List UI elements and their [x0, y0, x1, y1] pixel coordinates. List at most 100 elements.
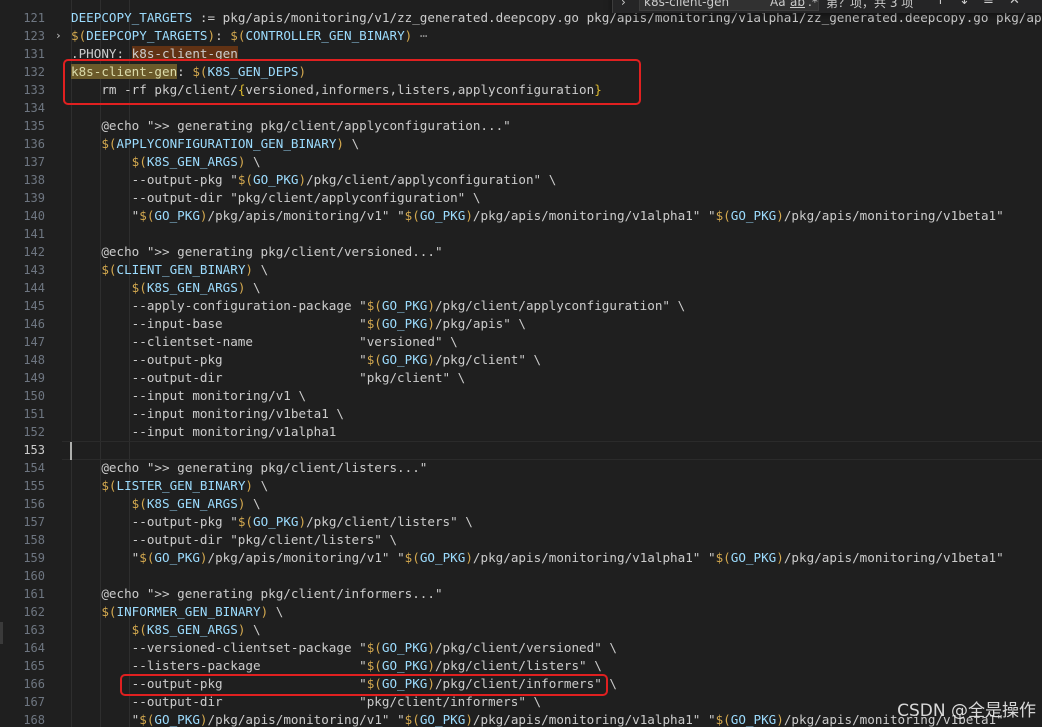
code-line[interactable]: 140 "$(GO_PKG)/pkg/apis/monitoring/v1" "… — [0, 207, 1042, 225]
code-line[interactable]: 153 — [0, 441, 1042, 459]
list-selection-icon[interactable]: ≡ — [983, 0, 994, 8]
code-token: \ — [268, 604, 284, 619]
code-token: /pkg/apis/monitoring/v1alpha1" " — [472, 208, 716, 223]
line-number: 141 — [23, 227, 45, 241]
code-token: --listers-package " — [71, 658, 367, 673]
code-line[interactable]: 141 — [0, 225, 1042, 243]
highlight-box-target — [63, 59, 641, 105]
code-line[interactable]: 148 --output-pkg "$(GO_PKG)/pkg/client" … — [0, 351, 1042, 369]
code-text: --input-base "$(GO_PKG)/pkg/apis" \ — [71, 315, 526, 333]
line-number: 162 — [23, 605, 45, 619]
code-token: CONTROLLER_GEN_BINARY — [245, 28, 405, 43]
code-line[interactable]: 168 "$(GO_PKG)/pkg/apis/monitoring/v1" "… — [0, 711, 1042, 727]
code-token: ) — [199, 712, 208, 727]
code-text: @echo ">> generating pkg/client/listers.… — [71, 459, 427, 477]
line-number: 151 — [23, 407, 45, 421]
code-token: /pkg/apis/monitoring/v1alpha1" " — [472, 712, 716, 727]
line-number: 167 — [23, 695, 45, 709]
line-number: 121 — [23, 11, 45, 25]
code-line[interactable]: 152 --input monitoring/v1alpha1 — [0, 423, 1042, 441]
line-number: 136 — [23, 137, 45, 151]
code-token: $( — [101, 262, 117, 277]
code-token: $( — [101, 604, 117, 619]
code-token: \ — [245, 622, 261, 637]
chevron-right-icon[interactable]: › — [621, 0, 626, 9]
code-line[interactable]: 144 $(K8S_GEN_ARGS) \ — [0, 279, 1042, 297]
code-token: DEEPCOPY_TARGETS — [71, 10, 193, 25]
code-line[interactable]: 162 $(INFORMER_GEN_BINARY) \ — [0, 603, 1042, 621]
code-token: --output-dir "pkg/client" \ — [71, 370, 466, 385]
code-line[interactable]: 157 --output-pkg "$(GO_PKG)/pkg/client/l… — [0, 513, 1042, 531]
match-case-toggle[interactable]: Aa — [770, 0, 786, 9]
code-token: GO_PKG — [419, 208, 466, 223]
code-token: $( — [237, 514, 253, 529]
code-line[interactable]: 165 --listers-package "$(GO_PKG)/pkg/cli… — [0, 657, 1042, 675]
code-token: ) — [199, 208, 208, 223]
arrow-down-icon[interactable]: ↓ — [959, 0, 970, 8]
code-line[interactable]: 158 --output-dir "pkg/client/listers" \ — [0, 531, 1042, 549]
whole-word-toggle[interactable]: ab — [790, 0, 805, 9]
code-token: $( — [715, 208, 731, 223]
code-token: --input monitoring/v1alpha1 — [71, 424, 337, 439]
code-line[interactable]: 163 $(K8S_GEN_ARGS) \ — [0, 621, 1042, 639]
close-icon[interactable]: ✕ — [1009, 0, 1020, 8]
fold-chevron-icon[interactable]: › — [55, 27, 62, 45]
code-token: ) — [776, 208, 784, 223]
code-text: $(LISTER_GEN_BINARY) \ — [71, 477, 268, 495]
code-line[interactable]: 123 › $(DEEPCOPY_TARGETS): $(CONTROLLER_GE… — [0, 27, 1042, 45]
code-token: /pkg/apis/monitoring/v1beta1" — [783, 550, 1004, 565]
code-token: GO_PKG — [154, 208, 200, 223]
code-token: $( — [715, 712, 731, 727]
code-line[interactable]: 142 @echo ">> generating pkg/client/vers… — [0, 243, 1042, 261]
line-number: 165 — [23, 659, 45, 673]
find-input[interactable]: k8s-client-gen Aa ab .* — [639, 0, 819, 11]
code-line[interactable]: 138 --output-pkg "$(GO_PKG)/pkg/client/a… — [0, 171, 1042, 189]
code-line[interactable]: 135 @echo ">> generating pkg/client/appl… — [0, 117, 1042, 135]
code-editor[interactable]: 121 DEEPCOPY_TARGETS := pkg/apis/monitori… — [0, 0, 1042, 727]
code-line[interactable]: 139 --output-dir "pkg/client/applyconfig… — [0, 189, 1042, 207]
code-line[interactable]: 137 $(K8S_GEN_ARGS) \ — [0, 153, 1042, 171]
scroll-marker — [0, 622, 3, 644]
code-line[interactable]: 147 --clientset-name "versioned" \ — [0, 333, 1042, 351]
regex-toggle[interactable]: .* — [808, 0, 818, 9]
line-number: 138 — [23, 173, 45, 187]
code-line[interactable]: 159 "$(GO_PKG)/pkg/apis/monitoring/v1" "… — [0, 549, 1042, 567]
code-token: /pkg/apis/monitoring/v1" " — [207, 712, 405, 727]
code-line[interactable]: 160 — [0, 567, 1042, 585]
code-text: @echo ">> generating pkg/client/applycon… — [71, 117, 510, 135]
code-line[interactable]: 155 $(LISTER_GEN_BINARY) \ — [0, 477, 1042, 495]
code-token: " — [71, 712, 140, 727]
code-line[interactable]: 146 --input-base "$(GO_PKG)/pkg/apis" \ — [0, 315, 1042, 333]
code-line[interactable]: 149 --output-dir "pkg/client" \ — [0, 369, 1042, 387]
line-number: 168 — [23, 713, 45, 727]
code-line[interactable]: 136 $(APPLYCONFIGURATION_GEN_BINARY) \ — [0, 135, 1042, 153]
code-token: /pkg/apis/monitoring/v1alpha1" " — [472, 550, 716, 565]
code-text: --output-dir "pkg/client/listers" \ — [71, 531, 397, 549]
code-token: \ — [344, 136, 360, 151]
code-token: $( — [230, 28, 246, 43]
arrow-up-icon[interactable]: ↑ — [935, 0, 946, 8]
code-text: "$(GO_PKG)/pkg/apis/monitoring/v1" "$(GO… — [71, 711, 1004, 727]
code-line[interactable]: 161 @echo ">> generating pkg/client/info… — [0, 585, 1042, 603]
code-line[interactable]: 151 --input monitoring/v1beta1 \ — [0, 405, 1042, 423]
code-text: $(DEEPCOPY_TARGETS): $(CONTROLLER_GEN_BI… — [71, 27, 427, 45]
code-line[interactable]: 156 $(K8S_GEN_ARGS) \ — [0, 495, 1042, 513]
watermark: CSDN @全是操作 — [897, 701, 1036, 721]
code-token: --output-pkg " — [71, 352, 367, 367]
code-line[interactable]: 164 --versioned-clientset-package "$(GO_… — [0, 639, 1042, 657]
code-line[interactable]: 143 $(CLIENT_GEN_BINARY) \ — [0, 261, 1042, 279]
line-number: 161 — [23, 587, 45, 601]
code-token: $( — [366, 352, 382, 367]
code-text: $(K8S_GEN_ARGS) \ — [71, 621, 261, 639]
code-token: --input-base " — [71, 316, 367, 331]
line-number: 157 — [23, 515, 45, 529]
code-line[interactable]: 154 @echo ">> generating pkg/client/list… — [0, 459, 1042, 477]
line-number: 132 — [23, 65, 45, 79]
code-line[interactable]: 145 --apply-configuration-package "$(GO_… — [0, 297, 1042, 315]
code-token: /pkg/apis" \ — [434, 316, 526, 331]
code-token: --output-pkg " — [71, 514, 238, 529]
code-token: ) — [336, 136, 344, 151]
code-line[interactable]: 150 --input monitoring/v1 \ — [0, 387, 1042, 405]
code-token: GO_PKG — [154, 550, 200, 565]
